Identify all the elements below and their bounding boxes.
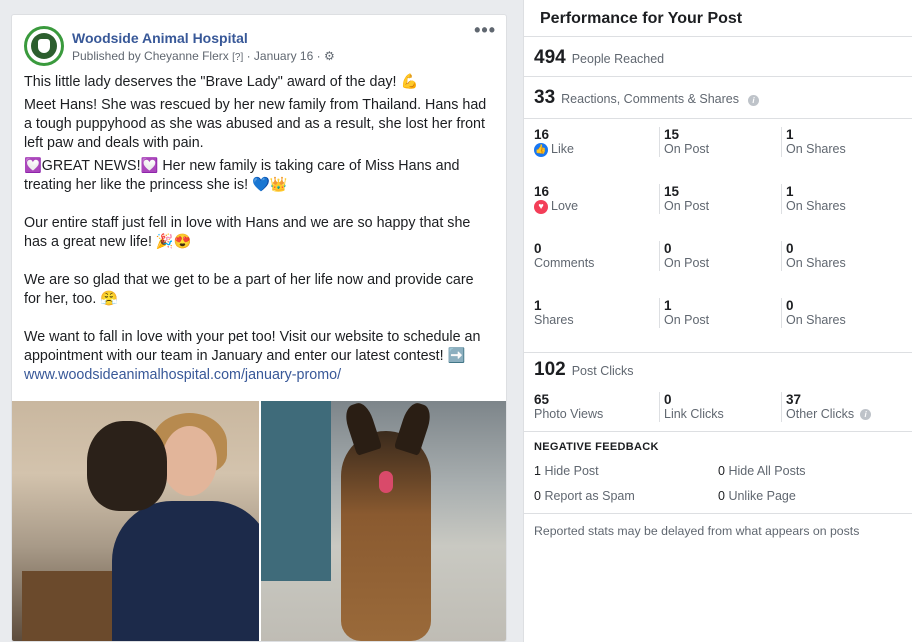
love-count: 16 [534, 184, 550, 199]
on-post-label: On Post [664, 199, 710, 213]
on-shares-label: On Shares [786, 142, 846, 156]
post-paragraph: Meet Hans! She was rescued by her new fa… [24, 97, 487, 151]
divider [524, 513, 912, 514]
unlike-label: Unlike Page [728, 489, 796, 503]
page-avatar[interactable] [24, 26, 64, 66]
post-paragraph: 💟GREAT NEWS!💟 Her new family is taking c… [24, 158, 460, 193]
post-paragraph: We are so glad that we get to be a part … [24, 272, 474, 307]
hide-all-posts-stat: 0 Hide All Posts [718, 464, 806, 478]
info-icon[interactable]: i [860, 409, 872, 420]
comments-on-shares-count: 0 [786, 241, 794, 256]
hide-post-label: Hide Post [544, 464, 599, 478]
reached-label: People Reached [571, 52, 665, 66]
panel-title: Performance for Your Post [524, 0, 912, 37]
on-post-label: On Post [664, 142, 710, 156]
shares-label: Shares [534, 313, 574, 327]
post-clicks-label: Post Clicks [571, 364, 634, 378]
other-clicks-label: Other Clicks [786, 407, 855, 421]
on-shares-label: On Shares [786, 256, 846, 270]
shares-on-shares-count: 0 [786, 298, 794, 313]
love-row: 16 ♥ Love 15 On Post 1 On Shares [524, 176, 912, 233]
info-icon[interactable]: i [748, 95, 759, 106]
hide-post-count: 1 [534, 464, 541, 478]
spam-count: 0 [534, 489, 541, 503]
promo-link[interactable]: www.woodsideanimalhospital.com/january-p… [24, 367, 341, 383]
spam-label: Report as Spam [544, 489, 635, 503]
post-performance-panel: Performance for Your Post 494 People Rea… [523, 0, 912, 642]
hide-all-count: 0 [718, 464, 725, 478]
heart-icon: ♥ [534, 199, 548, 214]
hide-post-stat: 1 Hide Post [534, 464, 599, 478]
on-post-label: On Post [664, 313, 710, 327]
likes-row: 16 👍 Like 15 On Post 1 On Shares [524, 119, 912, 176]
engagement-label: Reactions, Comments & Shares [561, 92, 739, 106]
post-clicks-summary: 102 Post Clicks [524, 352, 912, 382]
post-text: This little lady deserves the "Brave Lad… [12, 67, 506, 385]
photo-dog-with-staff[interactable] [12, 401, 259, 641]
likes-on-shares-count: 1 [786, 127, 794, 142]
link-clicks-count: 0 [664, 392, 672, 407]
unlike-count: 0 [718, 489, 725, 503]
post-paragraph: This little lady deserves the "Brave Lad… [24, 74, 419, 90]
people-reached: 494 People Reached [524, 37, 912, 77]
page-name-link[interactable]: Woodside Animal Hospital [72, 30, 248, 46]
on-post-label: On Post [664, 256, 710, 270]
post-paragraph: Our entire staff just fell in love with … [24, 215, 471, 250]
other-clicks-count: 37 [786, 392, 802, 407]
negative-feedback-title: NEGATIVE FEEDBACK [534, 441, 659, 453]
logo-icon [31, 33, 57, 59]
likes-on-post-count: 15 [664, 127, 680, 142]
love-on-post-count: 15 [664, 184, 680, 199]
post-date[interactable]: · January 16 · [247, 49, 321, 63]
post-card: Woodside Animal Hospital Published by Ch… [11, 14, 507, 642]
on-shares-label: On Shares [786, 199, 846, 213]
reached-count: 494 [534, 47, 566, 68]
shares-row: 1 Shares 1 On Post 0 On Shares [524, 290, 912, 347]
on-shares-label: On Shares [786, 313, 846, 327]
photo-views-count: 65 [534, 392, 550, 407]
link-clicks-label: Link Clicks [664, 407, 724, 421]
gear-icon[interactable]: ⚙ [324, 49, 335, 63]
shares-on-post-count: 1 [664, 298, 672, 313]
publisher-text: Published by Cheyanne Flerx [72, 49, 229, 63]
stats-disclaimer: Reported stats may be delayed from what … [534, 524, 860, 538]
shares-count: 1 [534, 298, 542, 313]
report-spam-stat: 0 Report as Spam [534, 489, 635, 503]
love-label: Love [551, 199, 579, 213]
engagement-count: 33 [534, 87, 556, 108]
likes-label: Like [551, 142, 574, 156]
post-header: Woodside Animal Hospital Published by Ch… [12, 15, 506, 67]
hide-all-label: Hide All Posts [728, 464, 806, 478]
published-info: Published by Cheyanne Flerx [?] · Januar… [72, 49, 335, 63]
comments-row: 0 Comments 0 On Post 0 On Shares [524, 233, 912, 290]
comments-label: Comments [534, 256, 595, 270]
more-options-button[interactable]: ••• [474, 21, 496, 39]
help-link[interactable]: [?] [232, 52, 243, 63]
engagement-summary: 33 Reactions, Comments & Shares i [524, 77, 912, 119]
post-clicks-count: 102 [534, 359, 566, 380]
comments-count: 0 [534, 241, 542, 256]
photo-dog-sitting[interactable] [261, 401, 506, 641]
photo-gallery [12, 401, 506, 641]
photo-views-label: Photo Views [534, 407, 604, 421]
unlike-page-stat: 0 Unlike Page [718, 489, 796, 503]
post-paragraph: We want to fall in love with your pet to… [24, 329, 481, 364]
like-icon: 👍 [534, 142, 548, 157]
clicks-breakdown-row: 65 Photo Views 0 Link Clicks 37 Other Cl… [524, 384, 912, 432]
comments-on-post-count: 0 [664, 241, 672, 256]
love-on-shares-count: 1 [786, 184, 794, 199]
likes-count: 16 [534, 127, 550, 142]
